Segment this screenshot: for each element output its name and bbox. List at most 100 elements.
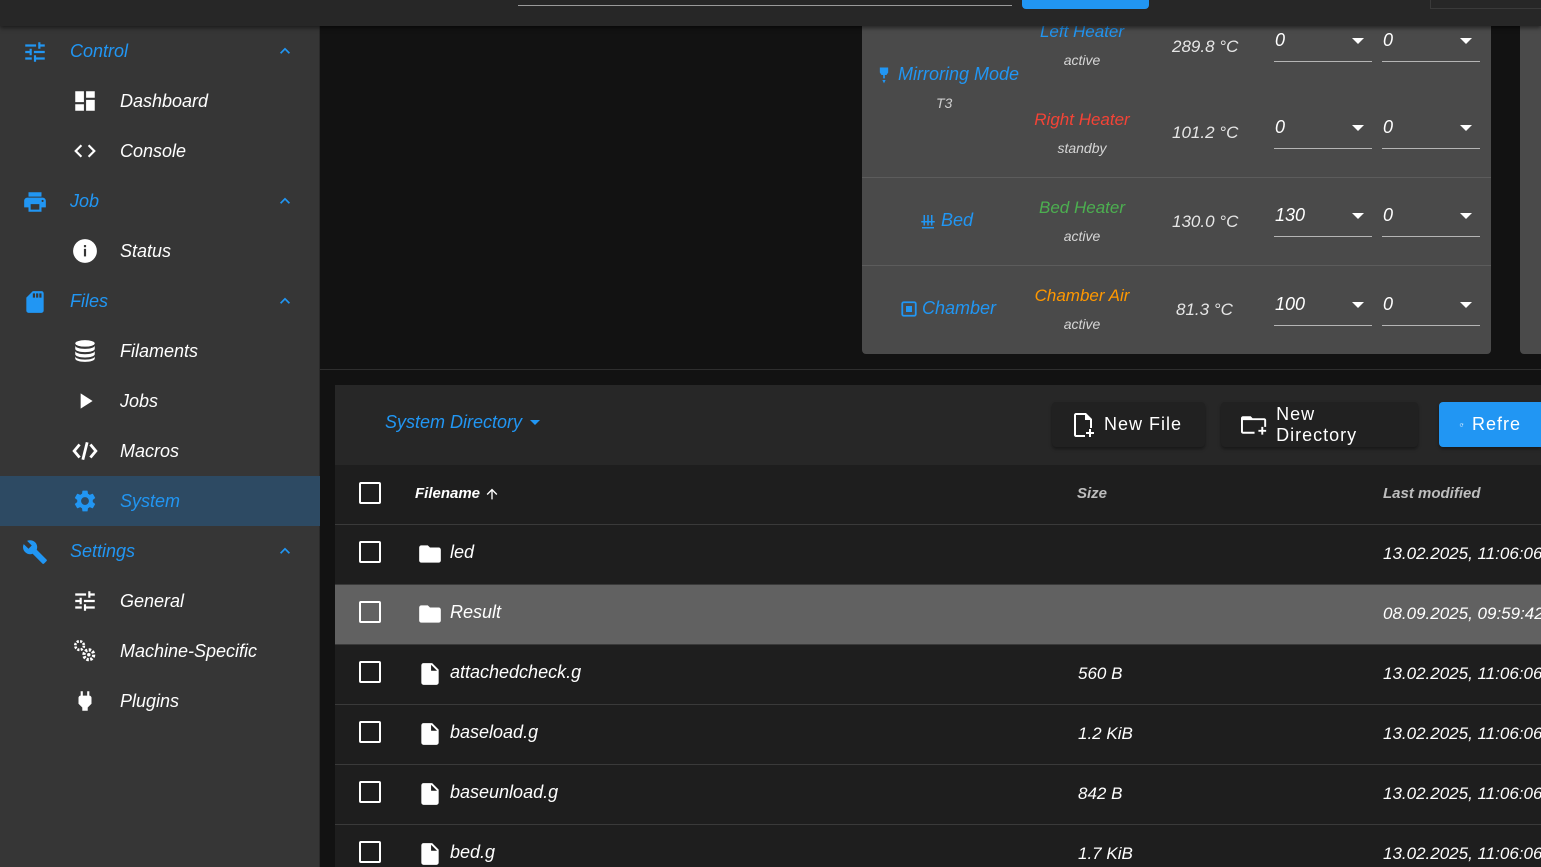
file-modified: 13.02.2025, 11:06:06 bbox=[1383, 724, 1541, 743]
select-value: 130 bbox=[1275, 205, 1306, 225]
tools-panel: Mirroring Mode T3 Left Heater active 289… bbox=[862, 22, 1491, 354]
row-checkbox[interactable] bbox=[359, 841, 381, 863]
row-divider bbox=[862, 177, 1491, 178]
sidebar-item-label: Status bbox=[120, 240, 172, 261]
printer-icon bbox=[24, 192, 46, 212]
new-directory-button[interactable]: New Directory bbox=[1221, 402, 1418, 447]
file-size: 1.7 KiB bbox=[1078, 844, 1133, 863]
folder-icon bbox=[419, 605, 441, 623]
heater-state-left[interactable]: active bbox=[1012, 52, 1152, 68]
nav-group-control[interactable]: Control bbox=[0, 26, 320, 76]
heater-name-right[interactable]: Right Heater bbox=[1012, 110, 1152, 130]
column-header-filename[interactable]: Filename bbox=[415, 485, 500, 502]
sidebar-item-general[interactable]: General bbox=[0, 576, 320, 626]
active-temp-select-left[interactable]: 0 bbox=[1274, 26, 1372, 62]
file-name: Result bbox=[450, 602, 502, 622]
select-value: 100 bbox=[1275, 294, 1306, 314]
sidebar-item-machine-specific[interactable]: Machine-Specific bbox=[0, 626, 320, 676]
standby-temp-select-right[interactable]: 0 bbox=[1382, 113, 1480, 149]
radiator-icon bbox=[921, 214, 935, 228]
nav-group-label: Control bbox=[70, 40, 129, 61]
heater-name-chamber[interactable]: Chamber Air bbox=[1012, 286, 1152, 306]
row-checkbox[interactable] bbox=[359, 601, 381, 623]
file-size: 1.2 KiB bbox=[1078, 724, 1133, 743]
row-checkbox[interactable] bbox=[359, 541, 381, 563]
table-row[interactable]: bed.g 1.7 KiB 13.02.2025, 11:06:06 bbox=[335, 825, 1541, 867]
standby-temp-select-bed[interactable]: 0 bbox=[1382, 201, 1480, 237]
table-row[interactable]: Result 08.09.2025, 09:59:42 bbox=[335, 585, 1541, 645]
play-icon bbox=[80, 393, 93, 409]
dropdown-arrow-icon bbox=[1460, 38, 1472, 44]
chevron-up-icon bbox=[280, 197, 290, 204]
row-checkbox[interactable] bbox=[359, 781, 381, 803]
new-file-button[interactable]: New File bbox=[1052, 402, 1205, 447]
row-divider bbox=[862, 265, 1491, 266]
standby-temp-select-chamber[interactable]: 0 bbox=[1382, 290, 1480, 326]
table-row[interactable]: baseunload.g 842 B 13.02.2025, 11:06:06 bbox=[335, 765, 1541, 825]
table-row[interactable]: baseload.g 1.2 KiB 13.02.2025, 11:06:06 bbox=[335, 705, 1541, 765]
row-checkbox[interactable] bbox=[359, 661, 381, 683]
heater-state-chamber[interactable]: active bbox=[1012, 316, 1152, 332]
sidebar-item-dashboard[interactable]: Dashboard bbox=[0, 76, 320, 126]
sidebar-item-filaments[interactable]: Filaments bbox=[0, 326, 320, 376]
sidebar-item-label: Dashboard bbox=[120, 90, 209, 111]
search-input[interactable] bbox=[518, 5, 1012, 6]
table-row[interactable]: attachedcheck.g 560 B 13.02.2025, 11:06:… bbox=[335, 645, 1541, 705]
sidebar-item-jobs[interactable]: Jobs bbox=[0, 376, 320, 426]
dropdown-arrow-icon bbox=[1460, 125, 1472, 131]
column-header-modified[interactable]: Last modified bbox=[1383, 485, 1481, 502]
dropdown-arrow-icon bbox=[1352, 213, 1364, 219]
active-temp-select-chamber[interactable]: 100 bbox=[1274, 290, 1372, 326]
active-temp-select-right[interactable]: 0 bbox=[1274, 113, 1372, 149]
file-name: baseunload.g bbox=[450, 782, 559, 802]
nav-group-label: Settings bbox=[70, 540, 136, 561]
file-toolbar: System Directory New File New Directory … bbox=[335, 385, 1541, 465]
sidebar-item-console[interactable]: Console bbox=[0, 126, 320, 176]
tool-chamber[interactable]: Chamber bbox=[900, 298, 996, 319]
tool-bed[interactable]: Bed bbox=[919, 210, 973, 231]
side-panel-edge bbox=[1520, 26, 1541, 354]
active-temp-select-bed[interactable]: 130 bbox=[1274, 201, 1372, 237]
table-row[interactable]: led 13.02.2025, 11:06:06 bbox=[335, 525, 1541, 585]
sidebar-item-system[interactable]: System bbox=[0, 476, 320, 526]
directory-selector[interactable]: System Directory bbox=[385, 412, 541, 433]
folder-icon bbox=[419, 545, 441, 563]
nav-group-files[interactable]: Files bbox=[0, 276, 320, 326]
chevron-up-icon bbox=[280, 547, 290, 554]
chevron-up-icon bbox=[280, 47, 290, 54]
select-value: 0 bbox=[1383, 30, 1394, 50]
sidebar-item-status[interactable]: Status bbox=[0, 226, 320, 276]
refresh-button[interactable]: Refre bbox=[1439, 402, 1541, 447]
file-icon bbox=[421, 723, 439, 745]
sidebar-item-plugins[interactable]: Plugins bbox=[0, 676, 320, 726]
directory-label: System Directory bbox=[385, 412, 523, 432]
folder-plus-icon bbox=[1241, 415, 1267, 435]
heater-name-bed[interactable]: Bed Heater bbox=[1012, 198, 1152, 218]
nav-group-label: Files bbox=[70, 290, 109, 311]
code-icon bbox=[74, 144, 96, 158]
info-icon bbox=[73, 239, 97, 263]
heater-state-right[interactable]: standby bbox=[1012, 140, 1152, 156]
column-header-size[interactable]: Size bbox=[1077, 485, 1107, 502]
chamber-icon bbox=[901, 300, 917, 317]
top-right-panel bbox=[1430, 0, 1541, 9]
file-browser: System Directory New File New Directory … bbox=[335, 385, 1541, 867]
row-checkbox[interactable] bbox=[359, 721, 381, 743]
sidebar-item-label: Macros bbox=[120, 440, 180, 461]
heater-state-bed[interactable]: active bbox=[1012, 228, 1152, 244]
heater-temp-right: 101.2 °C bbox=[1172, 123, 1239, 142]
nav-group-job[interactable]: Job bbox=[0, 176, 320, 226]
select-value: 0 bbox=[1275, 30, 1286, 50]
tune-icon bbox=[25, 42, 45, 62]
sidebar-item-macros[interactable]: Macros bbox=[0, 426, 320, 476]
file-icon bbox=[421, 843, 439, 865]
top-action-button[interactable] bbox=[1022, 0, 1149, 9]
nozzle-icon bbox=[879, 67, 889, 83]
file-size: 560 B bbox=[1078, 664, 1123, 683]
tool-mirroring-mode[interactable]: Mirroring Mode bbox=[874, 64, 1019, 85]
select-value: 0 bbox=[1383, 294, 1394, 314]
standby-temp-select-left[interactable]: 0 bbox=[1382, 26, 1480, 62]
nav-group-settings[interactable]: Settings bbox=[0, 526, 320, 576]
select-all-checkbox[interactable] bbox=[359, 482, 381, 504]
dropdown-arrow-icon bbox=[1460, 302, 1472, 308]
